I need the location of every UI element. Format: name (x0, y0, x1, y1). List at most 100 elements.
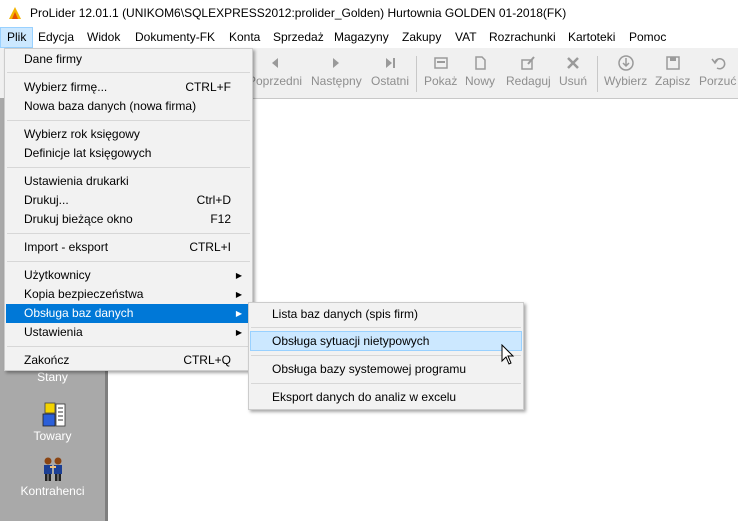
menu-item-label: Użytkownicy (24, 268, 91, 282)
menu-widok[interactable]: Widok (81, 27, 126, 48)
sidebar-item-kontrahenci[interactable]: Kontrahenci (0, 456, 105, 498)
menu-item-nowa-baza[interactable]: Nowa baza danych (nowa firma) (6, 97, 251, 116)
last-button[interactable]: Ostatni (371, 54, 409, 88)
menu-separator (251, 355, 521, 356)
submenu-item-label: Obsługa sytuacji nietypowych (272, 334, 430, 348)
menu-item-drukuj-biezace[interactable]: Drukuj bieżące okno F12 (6, 210, 251, 229)
previous-button[interactable]: Poprzedni (248, 54, 302, 88)
menu-bar: Plik Edycja Widok Dokumenty-FK Konta Spr… (0, 27, 738, 48)
arrow-last-icon (386, 58, 395, 68)
submenu-item-label: Eksport danych do analiz w excelu (272, 390, 457, 404)
submenu-item-baza-systemowa[interactable]: Obsługa bazy systemowej programu (250, 359, 522, 379)
menu-magazyny[interactable]: Magazyny (328, 27, 395, 48)
menu-item-ustawienia-drukarki[interactable]: Ustawienia drukarki (6, 172, 251, 191)
undo-icon (711, 58, 726, 70)
menu-item-label: Wybierz rok księgowy (24, 127, 140, 141)
menu-separator (7, 261, 250, 262)
menu-separator (251, 327, 521, 328)
next-button[interactable]: Następny (311, 54, 362, 88)
menu-item-label: Kopia bezpieczeństwa (24, 287, 144, 301)
contractors-icon (43, 457, 62, 481)
menu-item-uzytkownicy[interactable]: Użytkownicy ▶ (6, 266, 251, 285)
submenu-item-eksport-excel[interactable]: Eksport danych do analiz w excelu (250, 387, 522, 407)
submenu-arrow-icon: ▶ (235, 328, 242, 337)
menu-separator (7, 167, 250, 168)
show-icon (433, 57, 448, 69)
save-icon (665, 56, 680, 70)
menu-zakupy[interactable]: Zakupy (396, 27, 447, 48)
menu-item-shortcut: F12 (210, 212, 231, 226)
menu-edycja[interactable]: Edycja (32, 27, 80, 48)
menu-item-label: Definicje lat księgowych (24, 146, 152, 160)
goods-icon (42, 402, 65, 427)
menu-item-import-eksport[interactable]: Import - eksport CTRL+I (6, 238, 251, 257)
menu-item-zakoncz[interactable]: Zakończ CTRL+Q (6, 351, 251, 370)
save-button[interactable]: Zapisz (655, 54, 690, 88)
submenu-item-label: Lista baz danych (spis firm) (272, 307, 419, 321)
delete-button[interactable]: Usuń (559, 54, 587, 88)
menu-rozrachunki[interactable]: Rozrachunki (483, 27, 562, 48)
undo-button[interactable]: Porzuć (699, 54, 736, 88)
mouse-cursor-icon (501, 344, 515, 365)
menu-plik[interactable]: Plik (0, 27, 34, 48)
menu-item-label: Ustawienia (24, 325, 83, 339)
menu-separator (7, 233, 250, 234)
save-label: Zapisz (655, 74, 691, 88)
menu-item-shortcut: CTRL+I (189, 240, 231, 254)
edit-icon (521, 56, 536, 70)
toolbar-separator (416, 56, 417, 92)
submenu-arrow-icon: ▶ (235, 290, 242, 299)
prolider-logo-icon (9, 7, 21, 19)
undo-label: Porzuć (699, 74, 737, 88)
menu-pomoc[interactable]: Pomoc (623, 27, 672, 48)
menu-item-label: Import - eksport (24, 240, 109, 254)
submenu-arrow-icon: ▶ (235, 309, 242, 318)
new-document-icon (475, 56, 486, 70)
submenu-item-label: Obsługa bazy systemowej programu (272, 362, 467, 376)
menu-item-label: Ustawienia drukarki (24, 174, 129, 188)
menu-item-label: Wybierz firmę... (24, 80, 108, 94)
new-button[interactable]: Nowy (465, 54, 495, 88)
menu-item-label: Drukuj... (24, 193, 69, 207)
show-button[interactable]: Pokaż (424, 54, 457, 88)
menu-item-drukuj[interactable]: Drukuj... Ctrl+D (6, 191, 251, 210)
database-submenu: Lista baz danych (spis firm) Obsługa syt… (248, 302, 524, 410)
select-button[interactable]: Wybierz (604, 54, 647, 88)
menu-konta[interactable]: Konta (223, 27, 266, 48)
sidebar-item-towary[interactable]: Towary (0, 401, 105, 443)
title-bar: ProLider 12.01.1 (UNIKOM6\SQLEXPRESS2012… (0, 0, 738, 27)
menu-dokumenty-fk[interactable]: Dokumenty-FK (129, 27, 221, 48)
submenu-item-lista-baz[interactable]: Lista baz danych (spis firm) (250, 304, 522, 324)
menu-item-ustawienia[interactable]: Ustawienia ▶ (6, 323, 251, 342)
select-label: Wybierz (604, 74, 648, 88)
new-label: Nowy (465, 74, 496, 88)
menu-separator (7, 120, 250, 121)
menu-item-wybierz-firme[interactable]: Wybierz firmę... CTRL+F (6, 78, 251, 97)
menu-item-kopia-bezpieczenstwa[interactable]: Kopia bezpieczeństwa ▶ (6, 285, 251, 304)
menu-separator (251, 383, 521, 384)
menu-item-definicje-lat[interactable]: Definicje lat księgowych (6, 144, 251, 163)
previous-label: Poprzedni (248, 74, 303, 88)
menu-item-dane-firmy[interactable]: Dane firmy (6, 50, 251, 69)
sidebar-item-label: Kontrahenci (20, 484, 85, 498)
menu-item-shortcut: CTRL+F (185, 80, 231, 94)
sidebar-item-stany[interactable]: Stany (0, 370, 105, 384)
menu-item-label: Drukuj bieżące okno (24, 212, 133, 226)
menu-item-shortcut: CTRL+Q (183, 353, 231, 367)
select-icon (617, 55, 634, 71)
menu-kartoteki[interactable]: Kartoteki (562, 27, 621, 48)
menu-vat[interactable]: VAT (449, 27, 483, 48)
delete-label: Usuń (559, 74, 588, 88)
window-title: ProLider 12.01.1 (UNIKOM6\SQLEXPRESS2012… (30, 6, 567, 20)
submenu-arrow-icon: ▶ (235, 271, 242, 280)
file-menu-dropdown: Dane firmy Wybierz firmę... CTRL+F Nowa … (4, 48, 253, 371)
menu-sprzedaz[interactable]: Sprzedaż (267, 27, 330, 48)
toolbar-separator (597, 56, 598, 92)
edit-button[interactable]: Redaguj (506, 54, 551, 88)
arrow-left-icon (272, 58, 279, 68)
menu-item-label: Zakończ (24, 353, 70, 367)
menu-separator (7, 72, 250, 73)
menu-item-wybierz-rok[interactable]: Wybierz rok księgowy (6, 125, 251, 144)
submenu-item-sytuacje-nietypowe[interactable]: Obsługa sytuacji nietypowych (250, 331, 522, 351)
menu-item-obsluga-baz[interactable]: Obsługa baz danych ▶ (6, 304, 251, 323)
